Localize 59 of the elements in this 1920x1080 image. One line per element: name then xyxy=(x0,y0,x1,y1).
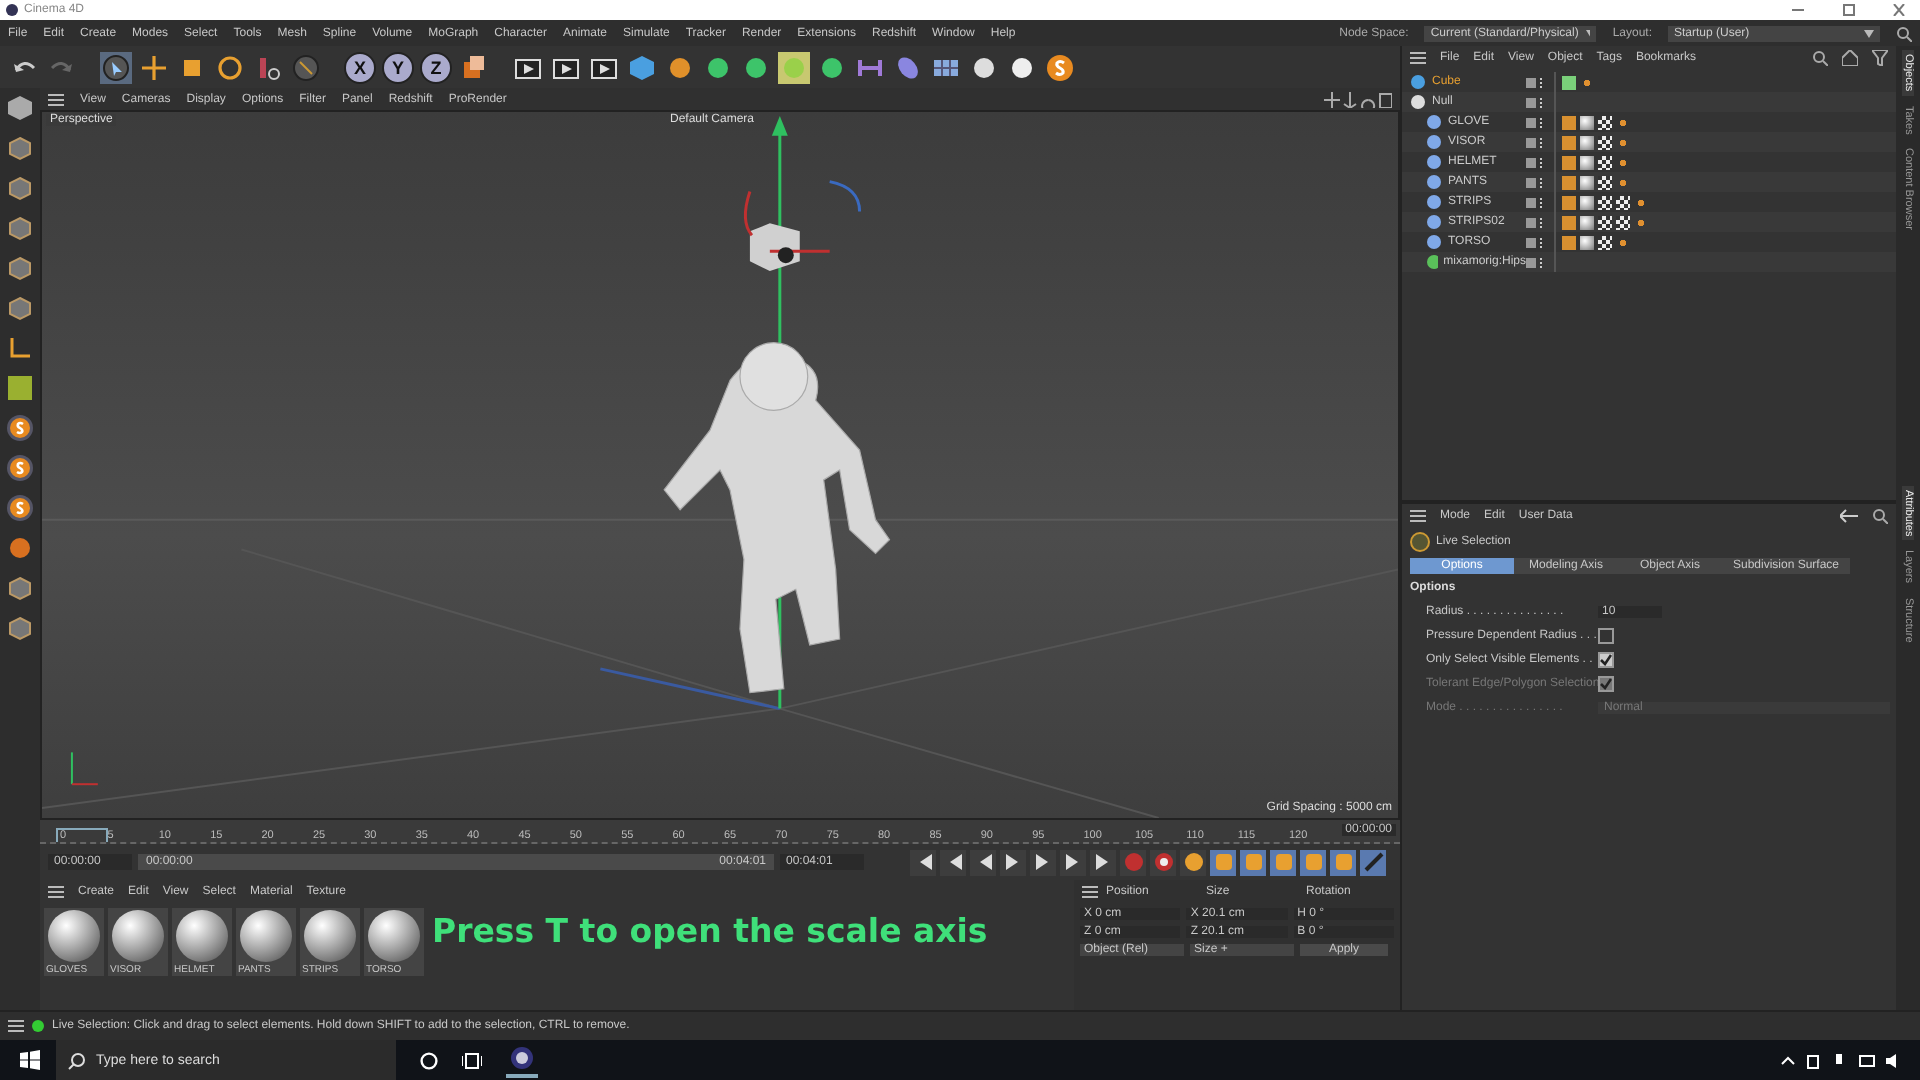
sphere-icon[interactable] xyxy=(894,53,922,81)
task-view-icon[interactable] xyxy=(462,1051,482,1069)
go-to-end-icon[interactable] xyxy=(1095,854,1111,870)
axis-lock-button[interactable]: Z xyxy=(420,51,452,83)
menu-icon[interactable] xyxy=(1410,51,1426,63)
menu-icon[interactable] xyxy=(48,93,64,105)
filter-icon[interactable] xyxy=(1872,49,1888,65)
render-view-icon[interactable] xyxy=(514,53,542,81)
render-icon[interactable] xyxy=(552,53,580,81)
rotate-icon[interactable] xyxy=(216,53,244,81)
minimize-icon[interactable] xyxy=(1790,4,1806,16)
cursor-icon[interactable] xyxy=(102,53,130,81)
axis-lock-button[interactable]: X xyxy=(344,51,376,83)
s-logo-icon[interactable] xyxy=(1046,53,1074,81)
axis-icon[interactable] xyxy=(6,334,34,362)
windows-start-icon[interactable] xyxy=(20,1050,40,1070)
menu-icon[interactable] xyxy=(1082,885,1098,897)
caret-icon xyxy=(1586,29,1591,37)
cube-icon[interactable] xyxy=(628,53,656,81)
search-icon[interactable] xyxy=(1812,49,1828,65)
model-icon[interactable] xyxy=(6,94,34,122)
checkbox[interactable] xyxy=(1598,628,1614,644)
autokey-icon[interactable] xyxy=(1153,852,1173,872)
subtitle-caption: Press T to open the scale axis xyxy=(432,912,988,950)
caret-icon xyxy=(1864,29,1874,37)
checkmark-tag-icon[interactable] xyxy=(1562,75,1576,89)
step-forward-icon[interactable] xyxy=(1035,854,1051,870)
s-logo-icon[interactable] xyxy=(6,454,34,482)
view-navigation-icon[interactable] xyxy=(1324,91,1392,107)
snap-icon[interactable] xyxy=(6,374,34,402)
go-to-start-icon[interactable] xyxy=(915,854,931,870)
app-taskbar-icon[interactable] xyxy=(510,1046,534,1070)
restore-icon[interactable] xyxy=(1840,4,1856,16)
search-icon[interactable] xyxy=(1896,25,1912,41)
cortana-icon[interactable] xyxy=(420,1051,438,1069)
axis-lock-button[interactable]: Y xyxy=(382,51,414,83)
s-logo-icon[interactable] xyxy=(6,414,34,442)
menu-icon[interactable] xyxy=(1410,509,1426,521)
play-icon[interactable] xyxy=(1005,854,1021,870)
close-icon[interactable] xyxy=(1890,4,1906,16)
home-icon[interactable] xyxy=(1842,49,1858,65)
coordinate-system-icon[interactable] xyxy=(460,53,488,81)
timeline-icon[interactable] xyxy=(1363,852,1383,872)
step-back-icon[interactable] xyxy=(975,854,991,870)
render-settings-icon[interactable] xyxy=(590,53,618,81)
next-key-icon[interactable] xyxy=(1065,854,1081,870)
live-selection-icon xyxy=(1410,532,1430,552)
status-dot-icon xyxy=(32,1020,44,1032)
previous-key-icon[interactable] xyxy=(945,854,961,870)
menu-icon[interactable] xyxy=(8,1020,24,1032)
back-arrow-icon[interactable] xyxy=(1840,507,1858,523)
search-icon[interactable] xyxy=(1872,507,1888,523)
keyframe-selection-icon[interactable] xyxy=(1183,852,1203,872)
system-tray-icon[interactable] xyxy=(1780,1051,1900,1069)
s-logo-icon[interactable] xyxy=(6,494,34,522)
menu-icon[interactable] xyxy=(48,885,64,897)
checkbox[interactable] xyxy=(1598,652,1614,668)
move-icon[interactable] xyxy=(140,53,168,81)
app-logo-icon xyxy=(6,4,18,16)
